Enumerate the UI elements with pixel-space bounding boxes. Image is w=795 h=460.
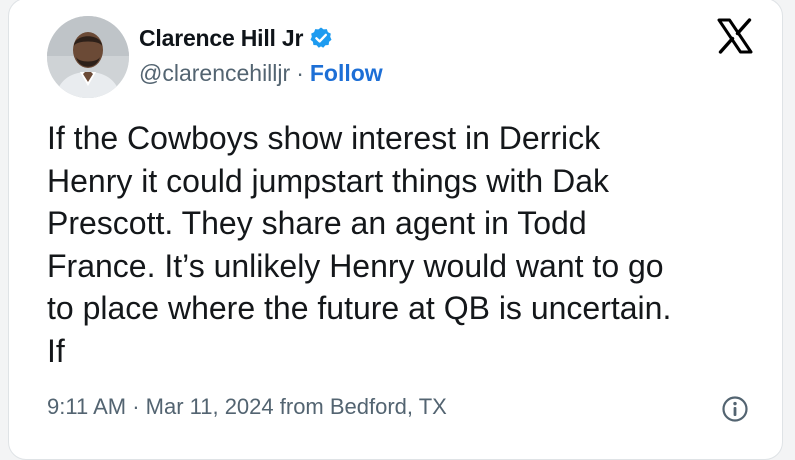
tweet-timestamp[interactable]: 9:11 AM · Mar 11, 2024 from Bedford, TX	[47, 392, 447, 422]
verified-badge-icon	[309, 26, 333, 50]
info-icon[interactable]	[721, 395, 749, 423]
x-logo-icon[interactable]	[715, 16, 755, 56]
tweet-line: If the Cowboys show interest in Derrick	[47, 120, 601, 156]
tweet-card: Clarence Hill Jr @clarencehilljr · Follo…	[8, 0, 783, 460]
tweet-line: Prescott. They share an agent in Todd	[47, 205, 587, 241]
tweet-line: If	[47, 332, 65, 369]
author-name-row: Clarence Hill Jr	[139, 23, 333, 53]
avatar-image	[47, 16, 129, 98]
author-name[interactable]: Clarence Hill Jr	[139, 25, 303, 52]
tweet-line: France. It’s unlikely Henry would want t…	[47, 247, 664, 284]
author-handle[interactable]: @clarencehilljr	[139, 60, 290, 87]
tweet-line: Henry it could jumpstart things with Dak	[47, 162, 609, 199]
tweet-line: to place where the future at QB is uncer…	[47, 290, 672, 326]
author-handle-row: @clarencehilljr · Follow	[139, 58, 383, 88]
avatar[interactable]	[47, 16, 129, 98]
follow-button[interactable]: Follow	[310, 60, 383, 87]
separator-dot: ·	[296, 59, 304, 86]
tweet-text: If the Cowboys show interest in Derrick …	[47, 117, 767, 372]
